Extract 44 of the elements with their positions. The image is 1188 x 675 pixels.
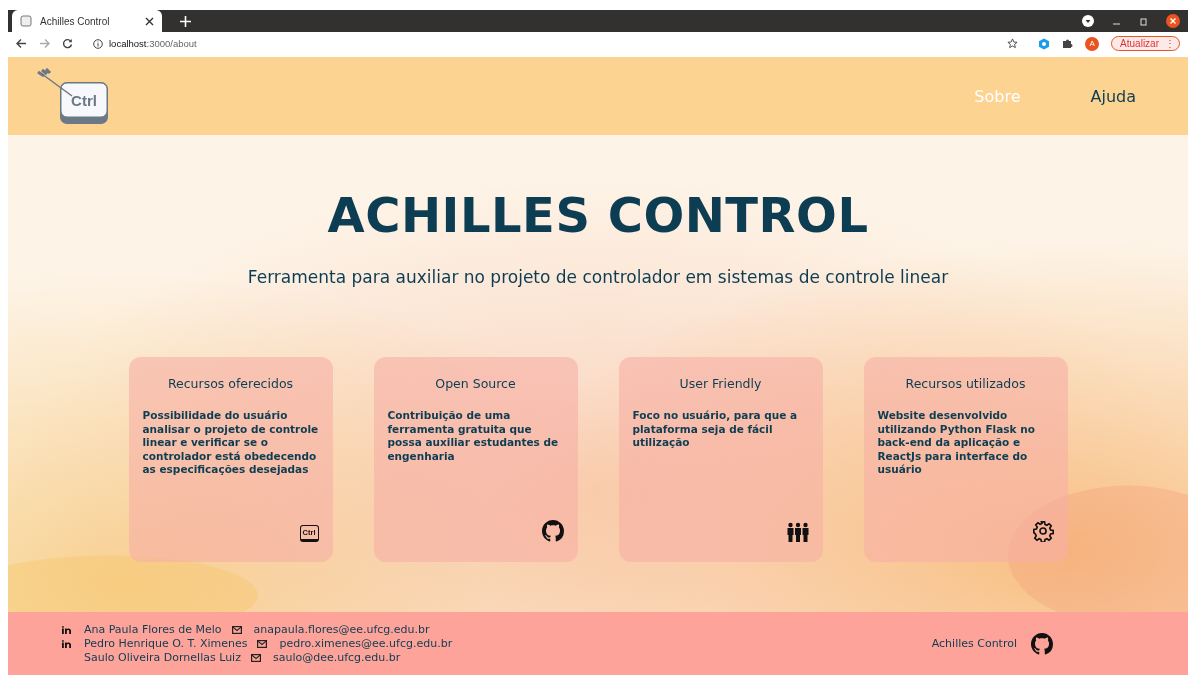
profile-menu-icon[interactable] — [1082, 15, 1094, 27]
menu-icon[interactable]: ⋮ — [1165, 38, 1175, 49]
close-icon[interactable] — [145, 16, 154, 26]
restore-icon[interactable] — [1139, 16, 1148, 26]
author-name: Ana Paula Flores de Melo — [84, 623, 222, 636]
extension-icon[interactable] — [1038, 37, 1051, 50]
page-subtitle: Ferramenta para auxiliar no projeto de controlador em sistemas de controle linear — [247, 267, 949, 287]
puzzle-icon[interactable] — [1062, 38, 1074, 49]
card-title: Open Source — [434, 376, 517, 391]
update-button[interactable]: Atualizar ⋮ — [1111, 36, 1180, 51]
star-icon[interactable] — [1007, 38, 1019, 49]
author-name: Saulo Oliveira Dornellas Luiz — [84, 651, 241, 664]
card-text: Website desenvolvido utilizando Python Flask no back-end da aplicação e ReactJs para interface do usuário — [877, 409, 1036, 477]
card-title: Recursos utilizados — [904, 376, 1027, 391]
email-text: saulo@dee.ufcg.edu.br — [272, 651, 401, 664]
profile-avatar[interactable]: A — [1085, 36, 1100, 51]
close-icon[interactable] — [1166, 14, 1180, 28]
info-icon[interactable] — [93, 38, 103, 49]
card-title: User Friendly — [678, 376, 763, 391]
email-text: pedro.ximenes@ee.ufcg.edu.br — [279, 637, 453, 650]
mail-icon — [257, 639, 268, 648]
new-tab-icon[interactable] — [180, 15, 191, 27]
nav-link[interactable]: Ajuda — [1090, 86, 1136, 106]
author-name: Pedro Henrique O. T. Ximenes — [84, 637, 248, 650]
reload-icon[interactable] — [62, 38, 73, 49]
people-icon — [786, 522, 809, 542]
settings-icon — [1031, 520, 1054, 542]
card-text: Contribuição de uma ferramenta gratuita que possa auxiliar estudantes de engenharia — [387, 409, 560, 464]
linkedin-icon[interactable] — [62, 625, 71, 634]
email-text: anapaula.flores@ee.ufcg.edu.br — [253, 623, 430, 636]
back-icon[interactable] — [16, 38, 27, 49]
github-icon[interactable] — [1031, 632, 1053, 655]
card-text: Possibilidade do usuário analisar o projeto de controle linear e verificar se o controlador está obedecendo as especificações desejadas — [142, 409, 319, 477]
page-title: ACHILLES CONTROL — [327, 187, 869, 243]
card-title: Recursos oferecidos — [166, 376, 295, 391]
mail-icon — [250, 653, 261, 662]
mail-icon — [231, 625, 242, 634]
card-text: Foco no usuário, para que a plataforma seja de fácil utilização — [632, 409, 799, 450]
browser-tab[interactable]: Achilles Control — [12, 10, 162, 32]
footer-brand: Achilles Control — [931, 637, 1017, 650]
address-field[interactable]: localhost:3000/about — [109, 38, 197, 49]
logo-drawing[interactable]: Ctrl — [34, 68, 114, 128]
github-icon — [541, 520, 564, 542]
linkedin-icon[interactable] — [62, 639, 71, 648]
